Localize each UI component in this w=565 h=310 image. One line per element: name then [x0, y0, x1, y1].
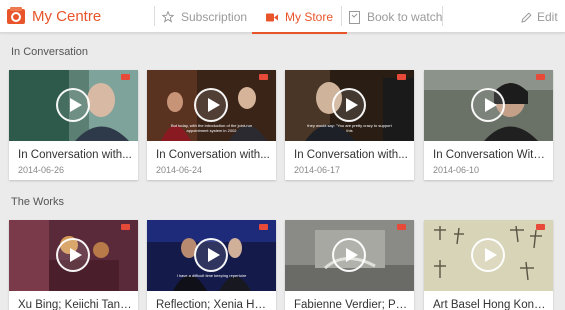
play-icon[interactable]	[56, 238, 90, 272]
tab-my-store[interactable]: My Store	[251, 8, 348, 34]
video-card[interactable]: In Conversation with... 2014-06-26	[9, 70, 138, 180]
edit-button[interactable]: Edit	[521, 8, 558, 26]
play-icon[interactable]	[194, 88, 228, 122]
hd-badge-icon	[397, 224, 406, 230]
my-centre-logo-icon	[7, 7, 25, 24]
video-thumbnail: I have a difficult time keeping repertoi…	[147, 220, 276, 291]
hd-badge-icon	[536, 224, 545, 230]
tab-my-store-label: My Store	[285, 10, 334, 24]
video-thumbnail	[9, 70, 138, 141]
video-thumbnail	[9, 220, 138, 291]
video-date: 2014-06-17	[294, 165, 341, 175]
play-icon[interactable]	[194, 238, 228, 272]
page-title: My Centre	[32, 7, 102, 25]
video-thumbnail	[424, 70, 553, 141]
video-thumbnail: But today, with the introduction of the …	[147, 70, 276, 141]
top-bar: My Centre Subscription My Store Book to …	[0, 0, 565, 34]
tab-subscription[interactable]: Subscription	[162, 8, 247, 26]
video-card[interactable]: In Conversation With... 2014-06-10	[424, 70, 553, 180]
hd-badge-icon	[121, 224, 130, 230]
video-caption: But today, with the introduction of the …	[170, 123, 253, 133]
video-thumbnail	[424, 220, 553, 291]
brand[interactable]: My Centre	[6, 5, 101, 27]
tab-book-to-watch-label: Book to watch	[367, 10, 443, 24]
video-title: In Conversation with...	[18, 149, 132, 161]
star-icon	[162, 11, 174, 23]
play-icon[interactable]	[332, 88, 366, 122]
play-icon[interactable]	[471, 238, 505, 272]
video-date: 2014-06-24	[156, 165, 203, 175]
video-thumbnail	[285, 220, 414, 291]
play-icon[interactable]	[56, 88, 90, 122]
video-title: Art Basel Hong Kong...	[433, 299, 548, 310]
video-caption: I have a difficult time keeping repertoi…	[176, 273, 247, 278]
video-thumbnail: they would say: "You are pretty crazy to…	[285, 70, 414, 141]
play-icon[interactable]	[471, 88, 505, 122]
nav-divider	[442, 6, 443, 26]
video-title: Xu Bing; Keiichi Tana...	[18, 299, 133, 310]
video-card[interactable]: I have a difficult time keeping repertoi…	[147, 220, 276, 310]
video-card[interactable]: Art Basel Hong Kong...	[424, 220, 553, 310]
hd-badge-icon	[397, 74, 406, 80]
video-title: In Conversation with...	[156, 149, 270, 161]
bookmark-icon	[349, 10, 360, 24]
video-caption: they would say: "You are pretty crazy to…	[307, 123, 392, 133]
hd-badge-icon	[121, 74, 130, 80]
video-title: Reflection; Xenia Hau...	[156, 299, 271, 310]
nav-divider	[154, 6, 155, 26]
video-camera-icon	[266, 13, 278, 21]
edit-label: Edit	[537, 10, 558, 24]
video-card[interactable]: Xu Bing; Keiichi Tana...	[9, 220, 138, 310]
video-date: 2014-06-26	[18, 165, 65, 175]
video-title: In Conversation With...	[433, 149, 548, 161]
play-icon[interactable]	[332, 238, 366, 272]
hd-badge-icon	[259, 74, 268, 80]
video-date: 2014-06-10	[433, 165, 480, 175]
nav-divider	[341, 6, 342, 26]
video-title: In Conversation with...	[294, 149, 408, 161]
video-card[interactable]: But today, with the introduction of the …	[147, 70, 276, 180]
video-card[interactable]: Fabienne Verdier; Proj...	[285, 220, 414, 310]
tab-book-to-watch[interactable]: Book to watch	[349, 8, 442, 26]
section-title-the-works: The Works	[11, 196, 64, 208]
hd-badge-icon	[259, 224, 268, 230]
hd-badge-icon	[536, 74, 545, 80]
video-card[interactable]: they would say: "You are pretty crazy to…	[285, 70, 414, 180]
pencil-icon	[521, 11, 532, 23]
video-title: Fabienne Verdier; Proj...	[294, 299, 409, 310]
tab-subscription-label: Subscription	[181, 10, 248, 24]
section-title-in-conversation: In Conversation	[11, 46, 89, 58]
